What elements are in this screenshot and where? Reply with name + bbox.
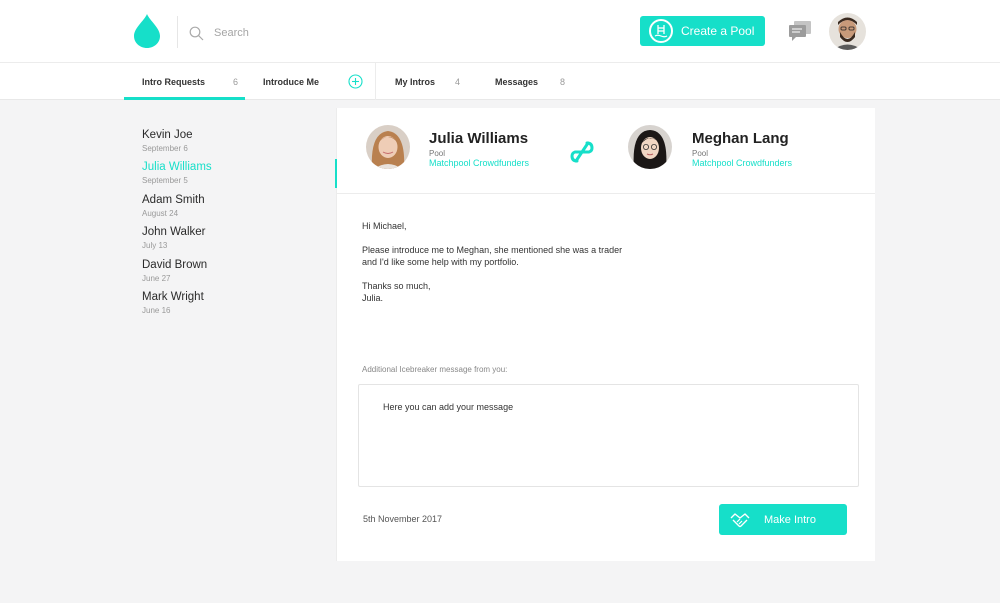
person-b-name: Meghan Lang [692, 130, 789, 147]
intro-date: 5th November 2017 [363, 514, 443, 524]
list-item[interactable]: John Walker July 13 [142, 225, 206, 250]
person-b-role: Pool [692, 149, 709, 158]
connect-icon [570, 141, 594, 163]
tab-separator [375, 63, 376, 100]
message-signature: Julia. [362, 293, 384, 303]
person-b-avatar[interactable] [628, 125, 672, 169]
tab-label: My Intros [395, 76, 436, 87]
request-date: August 24 [142, 209, 179, 218]
request-date: June 27 [142, 274, 171, 283]
message-line: Please introduce me to Meghan, she menti… [362, 245, 623, 255]
person-a-avatar[interactable] [366, 125, 410, 169]
icebreaker-message-input[interactable] [358, 384, 859, 487]
person-b-pool-link[interactable]: Matchpool Crowdfunders [692, 158, 792, 168]
chat-icon[interactable] [788, 20, 812, 42]
intro-request-list: Kevin Joe September 6 Julia Williams Sep… [125, 108, 337, 561]
search-input[interactable] [214, 27, 374, 39]
tab-messages[interactable]: Messages 8 [495, 63, 565, 100]
request-name: Adam Smith [142, 194, 205, 206]
message-line: and I'd like some help with my portfolio… [362, 257, 519, 267]
tab-intro-requests[interactable]: Intro Requests 6 [142, 63, 238, 100]
tab-count: 4 [455, 76, 461, 87]
request-name: Kevin Joe [142, 129, 193, 141]
request-date: September 6 [142, 144, 188, 153]
request-name: David Brown [142, 259, 208, 271]
make-intro-label: Make Intro [764, 513, 816, 526]
add-circle-icon[interactable] [348, 74, 363, 89]
header-divider [177, 16, 178, 48]
make-intro-button[interactable]: Make Intro [719, 504, 847, 535]
message-closing: Thanks so much, [362, 281, 431, 291]
list-item[interactable]: Adam Smith August 24 [142, 193, 205, 218]
tab-label: Intro Requests [142, 76, 206, 87]
list-item[interactable]: Kevin Joe September 6 [142, 128, 193, 153]
request-name: John Walker [142, 226, 206, 238]
person-a-pool-link[interactable]: Matchpool Crowdfunders [429, 158, 529, 168]
intro-participants: Julia Williams Pool Matchpool Crowdfunde… [337, 108, 875, 194]
icebreaker-label: Additional Icebreaker message from you: [362, 365, 508, 374]
search-bar[interactable] [189, 24, 374, 42]
create-pool-label: Create a Pool [681, 24, 755, 38]
person-a-name: Julia Williams [429, 130, 529, 147]
tab-label: Introduce Me [263, 76, 320, 87]
request-date: September 5 [142, 176, 188, 185]
tab-introduce-me[interactable]: Introduce Me [263, 63, 319, 100]
handshake-icon [730, 512, 750, 527]
request-date: June 16 [142, 306, 171, 315]
message-greeting: Hi Michael, [362, 221, 407, 231]
list-item[interactable]: Mark Wright June 16 [142, 290, 204, 315]
pool-icon [649, 19, 673, 43]
tab-label: Messages [495, 76, 539, 87]
request-name: Julia Williams [142, 161, 212, 173]
tab-active-indicator [124, 97, 245, 100]
request-name: Mark Wright [142, 291, 204, 303]
tab-count: 6 [233, 76, 239, 87]
list-item[interactable]: David Brown June 27 [142, 258, 207, 283]
tab-my-intros[interactable]: My Intros 4 [395, 63, 460, 100]
tab-bar: Intro Requests 6 Introduce Me My Intros … [0, 63, 1000, 100]
tab-count: 8 [560, 76, 566, 87]
active-request-indicator [335, 159, 337, 188]
search-icon [189, 26, 204, 40]
intro-detail-card: Julia Williams Pool Matchpool Crowdfunde… [337, 108, 875, 561]
list-item[interactable]: Julia Williams September 5 [142, 160, 212, 185]
top-header: Create a Pool [0, 0, 1000, 63]
create-pool-button[interactable]: Create a Pool [640, 16, 765, 46]
request-date: July 13 [142, 241, 168, 250]
user-avatar[interactable] [829, 13, 866, 50]
person-a-role: Pool [429, 149, 446, 158]
intro-message: Hi Michael, Please introduce me to Megha… [362, 220, 822, 304]
drop-logo-icon[interactable] [134, 14, 160, 48]
